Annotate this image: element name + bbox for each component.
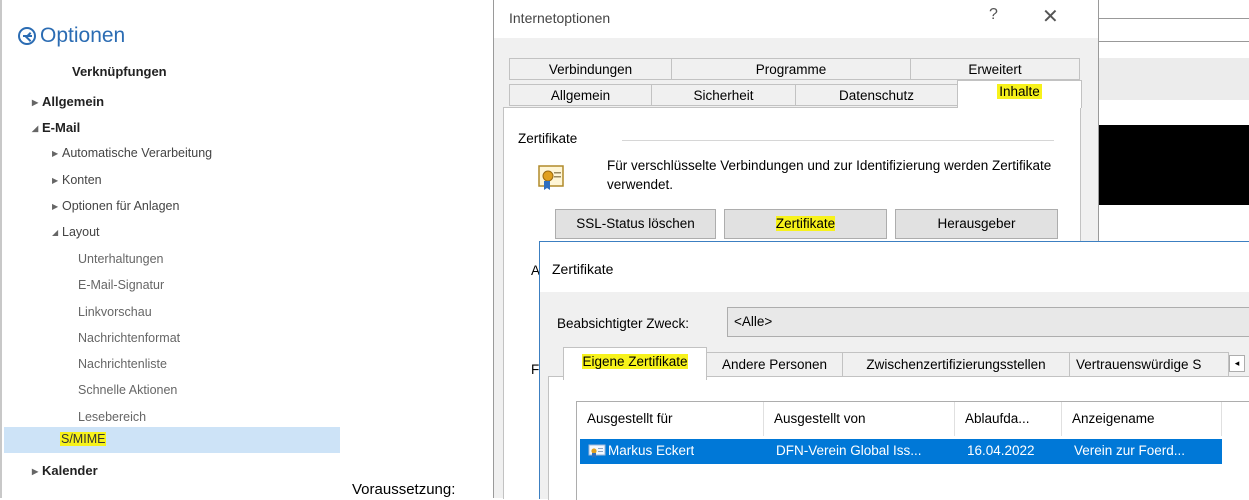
nav-item-email-signatur[interactable]: E-Mail-Signatur	[78, 278, 164, 292]
nav-item-smime-label: S/MIME	[60, 432, 107, 446]
nav-item-schnelle-aktionen[interactable]: Schnelle Aktionen	[78, 383, 177, 397]
column-header-display-name[interactable]: Anzeigename	[1062, 402, 1222, 436]
nav-item-linkvorschau[interactable]: Linkvorschau	[78, 305, 152, 319]
close-icon[interactable]: ✕	[1042, 4, 1059, 29]
nav-item-email[interactable]: ◢ E-Mail	[32, 120, 80, 135]
nav-item-lesebereich[interactable]: Lesebereich	[78, 410, 146, 424]
column-header-issued-by[interactable]: Ausgestellt von	[764, 402, 955, 436]
expand-arrow-icon: ▶	[52, 202, 59, 212]
group-divider	[622, 140, 1054, 141]
nav-item-nachrichtenformat[interactable]: Nachrichtenformat	[78, 331, 180, 345]
expand-arrow-icon: ▶	[52, 176, 59, 186]
publishers-button[interactable]: Herausgeber	[895, 209, 1058, 239]
certificate-icon	[538, 165, 564, 190]
tab-zwischenzertifizierungsstellen[interactable]: Zwischenzertifizierungsstellen	[842, 352, 1070, 376]
tab-andere-personen[interactable]: Andere Personen	[706, 352, 843, 376]
certificates-description: Für verschlüsselte Verbindungen und zur …	[607, 158, 1052, 192]
outlook-options-panel: Optionen Verknüpfungen ▶ Allgemein ◢ E-Mai…	[0, 0, 340, 498]
caption-text: Voraussetzung:	[352, 481, 456, 498]
tab-programme[interactable]: Programme	[671, 58, 911, 80]
nav-item-verknuepfungen[interactable]: Verknüpfungen	[72, 64, 167, 79]
nav-item-allgemein[interactable]: ▶ Allgemein	[32, 94, 104, 109]
clear-ssl-button[interactable]: SSL-Status löschen	[555, 209, 716, 239]
collapse-arrow-icon: ◢	[52, 228, 59, 238]
background-window-toolbar	[1098, 0, 1249, 58]
nav-item-kalender[interactable]: ▶ Kalender	[32, 463, 98, 478]
tab-datenschutz[interactable]: Datenschutz	[795, 84, 958, 106]
expand-arrow-icon: ▶	[32, 467, 39, 477]
nav-item-smime[interactable]: S/MIME	[4, 427, 340, 453]
tab-vertrauenswuerdige[interactable]: Vertrauenswürdige S	[1069, 352, 1229, 376]
tab-inhalte[interactable]: Inhalte	[957, 80, 1082, 108]
background-window-black-area	[1098, 125, 1249, 205]
back-arrow-icon[interactable]	[18, 27, 36, 45]
dialog-title: Internetoptionen	[509, 10, 611, 26]
tab-sicherheit[interactable]: Sicherheit	[651, 84, 796, 106]
nav-item-nachrichtenliste[interactable]: Nachrichtenliste	[78, 357, 167, 371]
table-row[interactable]: Markus Eckert DFN-Verein Global Iss... 1…	[580, 439, 1222, 464]
expand-arrow-icon: ▶	[32, 98, 39, 108]
dialog-titlebar: Internetoptionen ? ✕	[494, 0, 1098, 38]
nav-item-automatische-verarbeitung[interactable]: ▶ Automatische Verarbeitung	[52, 146, 212, 160]
purpose-label: Beabsichtigter Zweck:	[557, 316, 690, 331]
column-header-issued-to[interactable]: Ausgestellt für	[577, 402, 764, 436]
purpose-select[interactable]: <Alle>	[727, 307, 1249, 337]
options-title: Optionen	[40, 24, 126, 47]
options-header[interactable]: Optionen	[18, 24, 125, 48]
certificates-dialog-title: Zertifikate	[552, 261, 614, 277]
cell-expires: 16.04.2022	[967, 443, 1035, 458]
certificates-titlebar: Zertifikate	[540, 242, 1249, 292]
nav-item-unterhaltungen[interactable]: Unterhaltungen	[78, 252, 163, 266]
tab-eigene-zertifikate[interactable]: Eigene Zertifikate	[563, 347, 707, 380]
cell-issued-by: DFN-Verein Global Iss...	[776, 443, 922, 458]
nav-item-layout[interactable]: ◢ Layout	[52, 225, 100, 239]
certificate-row-icon	[588, 444, 606, 458]
cell-issued-to: Markus Eckert	[608, 443, 695, 458]
help-icon[interactable]: ?	[989, 6, 998, 24]
column-header-expires[interactable]: Ablaufda...	[955, 402, 1062, 436]
collapse-arrow-icon: ◢	[32, 124, 39, 134]
nav-item-optionen-fuer-anlagen[interactable]: ▶ Optionen für Anlagen	[52, 199, 179, 213]
certificate-list[interactable]: Ausgestellt für Ausgestellt von Ablaufda…	[576, 401, 1249, 500]
tab-allgemein[interactable]: Allgemein	[509, 84, 652, 106]
certificates-button[interactable]: Zertifikate	[724, 209, 887, 239]
expand-arrow-icon: ▶	[52, 149, 59, 159]
tab-erweitert[interactable]: Erweitert	[910, 58, 1080, 80]
background-window-band	[1098, 58, 1249, 100]
cell-display-name: Verein zur Foerd...	[1074, 443, 1186, 458]
certificates-dialog: Zertifikate Beabsichtigter Zweck: <Alle>…	[539, 241, 1249, 500]
tab-scroll-left-icon[interactable]: ◂	[1229, 355, 1245, 372]
group-label-zertifikate: Zertifikate	[518, 131, 578, 146]
tab-verbindungen[interactable]: Verbindungen	[509, 58, 672, 80]
nav-item-konten[interactable]: ▶ Konten	[52, 173, 102, 187]
